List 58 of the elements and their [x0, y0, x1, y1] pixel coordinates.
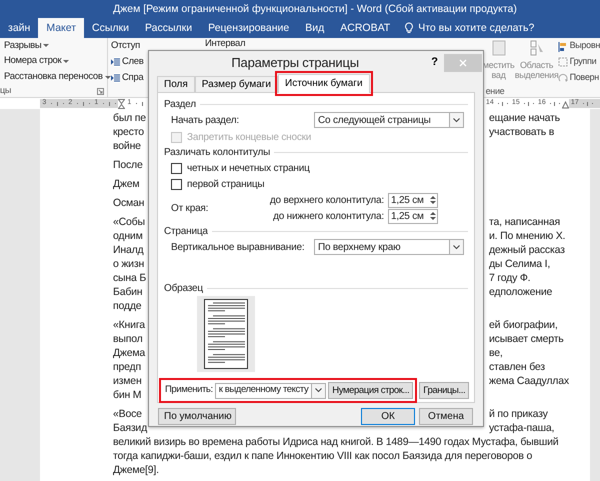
text-fragment: Бабин: [113, 286, 142, 298]
text-fragment: Осман: [113, 197, 144, 209]
text-fragment: участвовать в: [489, 125, 554, 139]
text-fragment: и. По мнению Х.: [489, 229, 566, 243]
text-fragment: выпол: [113, 333, 143, 345]
section-heading: Страница: [164, 224, 208, 238]
text-line: великий визирь во времена работы Идриса над книгой. В 1489—1490 годах Мустафа, бывший: [113, 436, 558, 448]
checkbox-label: Запретить концевые сноски: [187, 130, 312, 144]
section-heading: Различать колонтитулы: [164, 146, 270, 160]
group-label: цы: [0, 84, 12, 98]
text-fragment: войне: [113, 140, 141, 152]
text-fragment: й по приказу: [489, 407, 548, 421]
text-fragment: Баязид: [113, 422, 148, 434]
text-fragment: дежный рассказ: [489, 243, 565, 257]
text-fragment: «Книга: [113, 319, 145, 331]
text-fragment: бин М: [113, 389, 142, 401]
dialog-title: Параметры страницы: [230, 54, 359, 72]
text-fragment: измен: [113, 375, 142, 387]
text-fragment: «Восе: [113, 408, 142, 420]
text-fragment: та, написанная: [489, 215, 560, 229]
text-fragment: После: [113, 159, 143, 171]
checkbox-label: четных и нечетных страниц: [187, 162, 310, 176]
text-line: тогда капиджи-баши, ездил к папе Иннокентию VIII как посол Баязида для переговоров о: [113, 450, 532, 462]
text-fragment: одним: [113, 230, 143, 242]
text-fragment: ставлен без: [489, 360, 545, 374]
text-fragment: едположение: [489, 285, 552, 299]
text-fragment: жема Саадуллах: [489, 374, 569, 388]
window-title: Джем [Режим ограниченной функциональности] - Word (Сбой активации продукта): [113, 3, 517, 15]
text-line: Джеме[9].: [113, 464, 159, 476]
field-label: Вертикальное выравнивание:: [171, 240, 306, 254]
text-fragment: «Собы: [113, 216, 145, 228]
text-fragment: подде: [113, 300, 142, 312]
text-fragment: ды Селима I,: [489, 257, 550, 271]
text-fragment: Джем: [113, 178, 140, 190]
section-heading: Образец: [164, 282, 203, 296]
text-fragment: устафа-паша,: [489, 421, 554, 435]
text-fragment: сына Б: [113, 272, 146, 284]
group-heading: Интервал: [205, 38, 246, 49]
text-fragment: ещание начать: [489, 111, 560, 125]
text-fragment: предп: [113, 361, 141, 373]
text-fragment: Джема: [113, 347, 146, 359]
field-label: Начать раздел:: [171, 114, 240, 128]
checkbox-label: первой страницы: [187, 178, 264, 192]
section-heading: Раздел: [164, 98, 196, 112]
group-label: ение: [484, 85, 504, 98]
text-fragment: ве,: [489, 346, 503, 360]
field-label: до нижнего колонтитула:: [273, 210, 384, 224]
text-fragment: 7 году Ф.: [489, 271, 530, 285]
field-label: От края:: [171, 202, 208, 216]
text-fragment: о жизн: [113, 258, 144, 270]
text-fragment: был пе: [113, 112, 146, 124]
group-heading: Отступ: [111, 38, 141, 53]
text-fragment: ей биографии,: [489, 318, 558, 332]
field-label: Применить:: [165, 383, 213, 398]
text-fragment: исывает смерть: [489, 332, 564, 346]
text-fragment: Иналд: [113, 244, 144, 256]
field-label: до верхнего колонтитула:: [270, 194, 384, 208]
text-fragment: кресто: [113, 126, 144, 138]
